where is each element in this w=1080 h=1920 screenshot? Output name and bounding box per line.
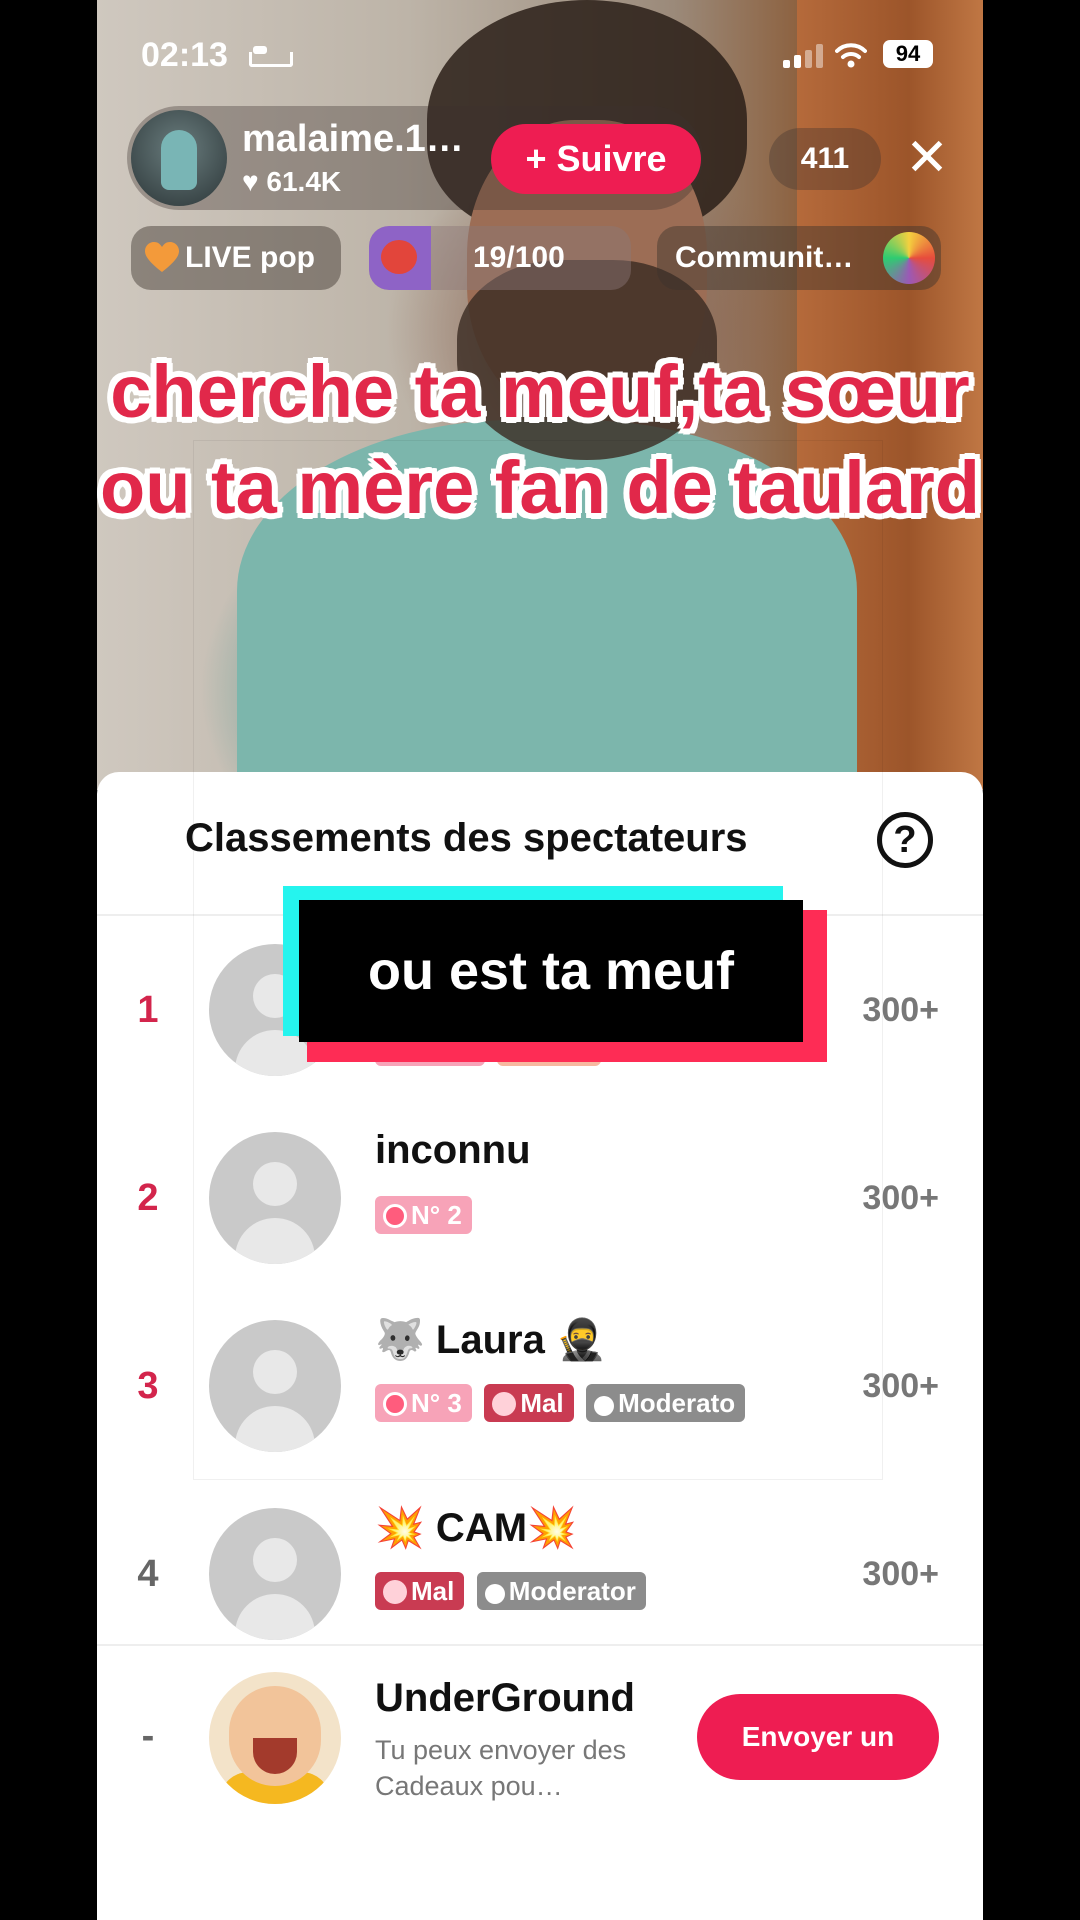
avatar[interactable] xyxy=(209,1320,341,1452)
my-ranking-row: - UnderGround Tu peux envoyer des Cadeau… xyxy=(97,1646,983,1826)
rank-number: 3 xyxy=(137,1365,159,1407)
crab-gift-icon xyxy=(369,226,431,290)
avatar[interactable] xyxy=(209,1508,341,1640)
score: 300+ xyxy=(862,1367,939,1405)
send-gift-button[interactable]: Envoyer un xyxy=(697,1694,939,1780)
help-icon[interactable]: ? xyxy=(877,812,933,868)
rank-badge: N° 2 xyxy=(375,1196,472,1234)
my-subtitle: Tu peux envoyer des Cadeaux pou… xyxy=(375,1735,627,1801)
rank-number: 1 xyxy=(137,989,159,1031)
goal-chip[interactable]: 19/100 xyxy=(369,226,631,290)
live-popularity-label: LIVE pop xyxy=(185,241,315,274)
rank-number: 4 xyxy=(137,1553,159,1595)
rank-badge: N° 3 xyxy=(375,1384,472,1422)
score: 300+ xyxy=(862,991,939,1029)
fan-club-badge: Mal xyxy=(484,1384,574,1422)
moderator-badge: Moderator xyxy=(476,1572,646,1610)
live-stream-screen: 02:13 94 malaime.1… ♥ 61.4K + Suivre 411… xyxy=(97,0,983,1920)
badge-group: N° 2 xyxy=(375,1196,480,1234)
community-label: Communit… xyxy=(675,241,854,274)
goal-progress: 19/100 xyxy=(473,241,565,274)
viewer-name: 🐺 Laura 🥷 xyxy=(375,1318,606,1362)
wifi-icon xyxy=(835,43,867,68)
live-popularity-chip[interactable]: LIVE pop xyxy=(131,226,341,290)
badge-group: N° 3 Mal Moderato xyxy=(375,1384,753,1422)
viewer-count[interactable]: 411 xyxy=(769,128,881,190)
avatar[interactable] xyxy=(209,1132,341,1264)
clock: 02:13 xyxy=(141,36,228,74)
host-name[interactable]: malaime.1… xyxy=(242,118,464,161)
battery-indicator: 94 xyxy=(883,40,933,68)
community-chip[interactable]: Communit… xyxy=(657,226,941,290)
my-rank: - xyxy=(141,1715,155,1757)
fan-club-badge: Mal xyxy=(375,1572,465,1610)
badge-group: Mal Moderator xyxy=(375,1572,654,1610)
music-note-icon xyxy=(883,232,935,284)
my-name: UnderGround xyxy=(375,1676,635,1720)
bed-icon xyxy=(249,44,293,68)
host-avatar[interactable] xyxy=(131,110,227,206)
heart-icon xyxy=(145,242,179,272)
close-icon[interactable]: ✕ xyxy=(897,128,957,188)
rank-number: 2 xyxy=(137,1177,159,1219)
viewer-name: inconnu xyxy=(375,1128,531,1172)
ranking-row[interactable]: 4 💥 CAM💥 Mal Moderator 300+ xyxy=(97,1480,983,1668)
host-likes: ♥ 61.4K xyxy=(242,166,342,197)
follow-button[interactable]: + Suivre xyxy=(491,124,701,194)
my-avatar[interactable] xyxy=(209,1672,341,1804)
score: 300+ xyxy=(862,1179,939,1217)
signal-icon xyxy=(783,42,827,68)
sheet-title: Classements des spectateurs xyxy=(185,816,748,860)
ranking-row[interactable]: 3 🐺 Laura 🥷 N° 3 Mal Moderato 300+ xyxy=(97,1292,983,1480)
sticker-text: ou est ta meuf xyxy=(299,900,803,1042)
ranking-row[interactable]: 2 inconnu N° 2 300+ xyxy=(97,1104,983,1292)
status-bar: 02:13 94 xyxy=(97,36,983,80)
viewer-name: 💥 CAM💥 xyxy=(375,1506,577,1550)
text-sticker: ou est ta meuf xyxy=(283,886,827,1062)
moderator-badge: Moderato xyxy=(586,1384,746,1422)
stream-caption: cherche ta meuf,ta sœur ou ta mère fan d… xyxy=(100,350,980,529)
score: 300+ xyxy=(862,1555,939,1593)
